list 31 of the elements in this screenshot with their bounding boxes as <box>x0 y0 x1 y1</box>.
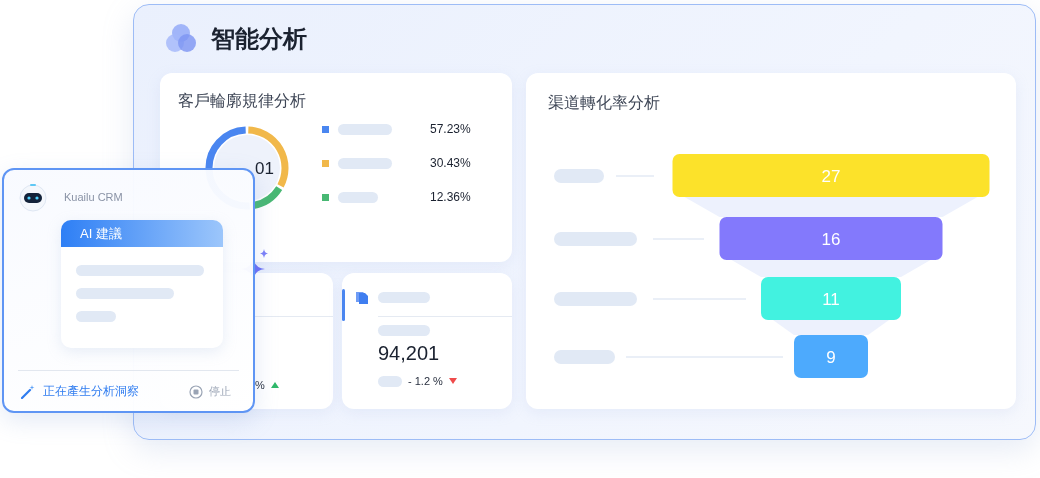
card-title: 渠道轉化率分析 <box>547 93 661 113</box>
brand-name: Kuailu CRM <box>64 191 123 203</box>
stage-value: 9 <box>826 348 836 367</box>
donut-center-value: 01 <box>255 159 274 179</box>
window-title: 智能分析 <box>211 24 307 54</box>
placeholder-bar <box>338 157 392 169</box>
placeholder-pill <box>554 169 604 183</box>
legend-percentage: 12.36% <box>430 190 472 204</box>
legend-percentage: 57.23% <box>430 122 472 136</box>
placeholder-bar <box>338 191 378 203</box>
placeholder-bar <box>378 292 430 303</box>
placeholder-bar <box>378 325 430 336</box>
stage-value: 27 <box>821 167 841 186</box>
placeholder-pill <box>554 350 615 364</box>
magic-wand-icon <box>21 384 35 399</box>
stage-value: 16 <box>821 230 841 249</box>
stop-button[interactable]: 停止 <box>189 384 231 399</box>
placeholder-bar <box>378 375 402 387</box>
document-icon <box>356 291 368 304</box>
card-title: 客戶輪廓規律分析 <box>178 91 307 111</box>
change-value: % <box>255 379 265 391</box>
status-text: 正在產生分析洞察 <box>43 383 139 400</box>
placeholder-bar <box>338 123 392 135</box>
change-value: - 1.2 % <box>408 375 443 387</box>
stop-icon <box>189 384 203 399</box>
placeholder-bar <box>76 311 116 322</box>
legend-percentage: 30.43% <box>430 156 472 170</box>
stage-value: 11 <box>822 290 840 309</box>
suggestion-header: AI 建議 <box>61 220 223 247</box>
metric-value: 94,201 <box>378 342 441 365</box>
robot-avatar-icon <box>18 182 48 212</box>
